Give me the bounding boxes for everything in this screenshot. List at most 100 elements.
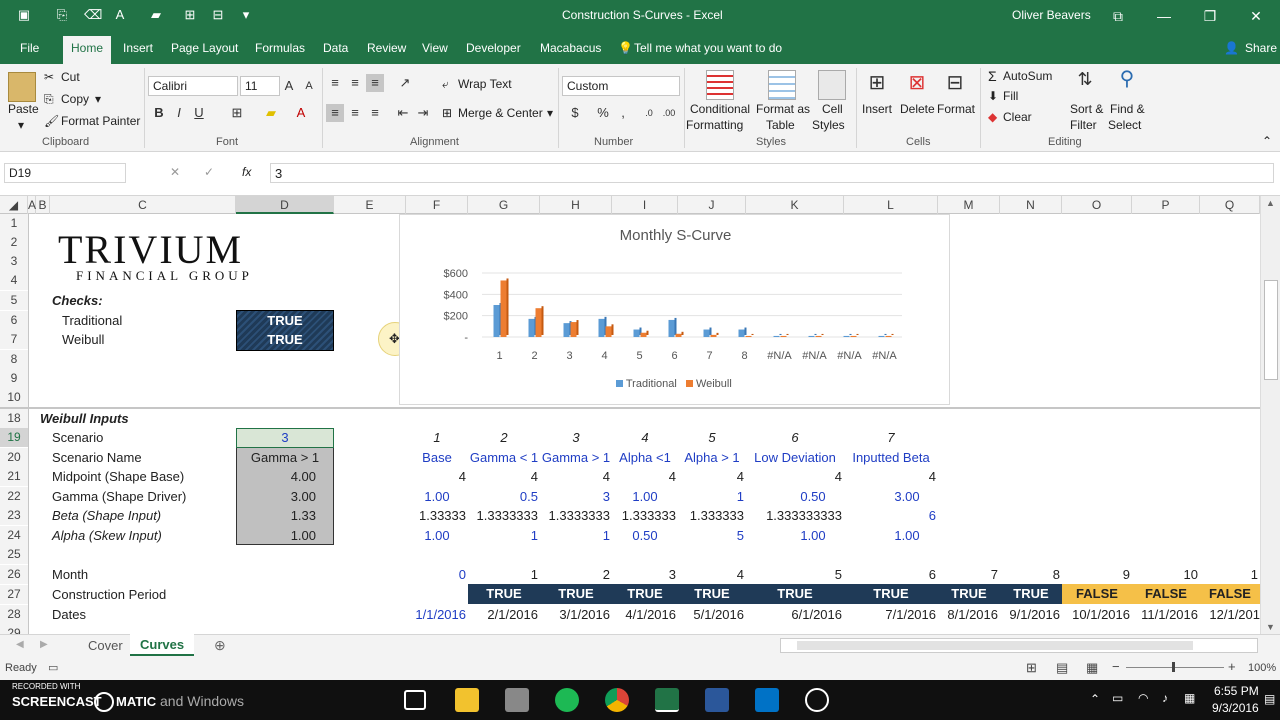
chart-bar-traditional[interactable] [598, 318, 605, 337]
scroll-down-icon[interactable]: ▼ [1266, 622, 1275, 632]
col-header-q[interactable]: Q [1200, 196, 1260, 214]
borders-icon[interactable]: ⊞ [228, 104, 246, 122]
recorder-icon[interactable] [805, 688, 829, 712]
volume-icon[interactable]: ♪ [1162, 691, 1168, 705]
zoom-slider[interactable] [1126, 667, 1224, 668]
tab-macabacus[interactable]: Macabacus [540, 41, 601, 55]
sort-filter-label[interactable]: Sort & [1070, 102, 1103, 116]
name-box[interactable]: D19 [4, 163, 126, 183]
font-color-icon[interactable]: A [292, 104, 310, 122]
chart-bar-weibull[interactable] [570, 322, 577, 337]
row-header[interactable]: 4 [0, 271, 28, 290]
fill-color-icon[interactable]: ▰ [262, 104, 280, 122]
tab-home[interactable]: Home [63, 36, 112, 64]
chart-bar-weibull[interactable] [675, 333, 682, 337]
row-header[interactable]: 10 [0, 388, 28, 407]
tab-review[interactable]: Review [367, 41, 406, 55]
scenario-number[interactable]: 1 [406, 428, 468, 447]
period-cell[interactable]: TRUE [844, 584, 938, 604]
zoom-out-icon[interactable]: − [1112, 659, 1120, 674]
insert-cells-button[interactable]: Insert [862, 102, 892, 116]
sort-filter-button[interactable]: Filter [1070, 118, 1097, 132]
restore-icon[interactable]: ❐ [1200, 6, 1220, 26]
scenario-name[interactable]: Inputted Beta [844, 448, 938, 467]
scenario-beta[interactable]: 6 [844, 506, 936, 525]
col-header-a[interactable]: A [28, 196, 36, 214]
spotify-icon[interactable] [555, 688, 579, 712]
cancel-icon[interactable]: ✕ [170, 165, 180, 179]
new-sheet-icon[interactable]: ⊕ [214, 637, 226, 654]
find-select-button[interactable]: Select [1108, 118, 1141, 132]
copy-button[interactable]: Copy [61, 92, 89, 106]
increase-decimal-icon[interactable]: .0 [640, 104, 658, 122]
scenario-name-value[interactable]: Gamma > 1 [236, 448, 334, 467]
chart-bar-traditional[interactable] [493, 305, 500, 337]
scenario-gamma[interactable]: 3 [540, 487, 610, 506]
scenario-alpha[interactable]: 0.50 [612, 526, 678, 545]
save-icon[interactable]: ▣ [16, 7, 32, 23]
underline-icon[interactable]: U [190, 104, 208, 122]
period-cell[interactable]: TRUE [612, 584, 678, 604]
clock-date[interactable]: 9/3/2016 [1212, 701, 1259, 715]
row-header[interactable]: 21 [0, 467, 28, 486]
period-cell[interactable]: TRUE [540, 584, 612, 604]
grid-icon[interactable]: ⊟ [210, 7, 226, 23]
scenario-gamma[interactable]: 3.00 [844, 487, 970, 506]
col-header-p[interactable]: P [1132, 196, 1200, 214]
conditional-formatting-label[interactable]: Conditional [690, 102, 750, 116]
scenario-name[interactable]: Low Deviation [746, 448, 844, 467]
format-as-table-label[interactable]: Format as [756, 102, 810, 116]
chart-bar-weibull[interactable] [850, 335, 857, 337]
chart-bar-traditional[interactable] [703, 329, 710, 337]
font-name-select[interactable]: Calibri [148, 76, 238, 96]
scenario-midpoint[interactable]: 4 [612, 467, 676, 486]
chart-bar-traditional[interactable] [878, 335, 885, 337]
macro-record-icon[interactable]: ▭ [48, 661, 58, 674]
date-cell[interactable]: 11/1/2016 [1132, 605, 1198, 624]
scenario-beta[interactable]: 1.3333333 [468, 506, 538, 525]
row-header[interactable]: 22 [0, 487, 28, 506]
chart-bar-weibull[interactable] [710, 334, 717, 337]
tell-me-box[interactable]: Tell me what you want to do [634, 41, 782, 55]
wrap-text-button[interactable]: Wrap Text [458, 77, 512, 91]
row-header[interactable]: 5 [0, 291, 28, 310]
date-cell[interactable]: 4/1/2016 [612, 605, 676, 624]
chart-bar-traditional[interactable] [773, 335, 780, 337]
formula-input[interactable]: 3 [270, 163, 1274, 183]
row-header[interactable]: 2 [0, 233, 28, 252]
format-as-table-button[interactable]: Table [766, 118, 795, 132]
share-icon[interactable]: 👤 [1224, 41, 1239, 55]
scenario-gamma[interactable]: 1 [678, 487, 744, 506]
increase-font-icon[interactable]: A [280, 77, 298, 95]
find-select-label[interactable]: Find & [1110, 102, 1145, 116]
close-icon[interactable]: ✕ [1246, 6, 1266, 26]
chart-bar-weibull[interactable] [780, 335, 787, 337]
normal-view-icon[interactable]: ⊞ [1026, 660, 1037, 676]
task-view-icon[interactable] [404, 690, 426, 710]
scenario-name[interactable]: Gamma < 1 [468, 448, 540, 467]
align-middle-icon[interactable]: ≡ [346, 74, 364, 92]
period-cell[interactable]: FALSE [1132, 584, 1200, 604]
wifi-icon[interactable]: ◠ [1138, 691, 1148, 705]
col-header-i[interactable]: I [612, 196, 678, 214]
search-box[interactable]: and Windows [160, 693, 244, 709]
month-cell[interactable]: 9 [1062, 565, 1130, 584]
chart-bar-traditional[interactable] [528, 318, 535, 337]
beta-value[interactable]: 1.33 [236, 506, 316, 525]
row-header[interactable]: 1 [0, 214, 28, 233]
font-color-icon[interactable]: A [112, 7, 128, 23]
cut-button[interactable]: Cut [61, 70, 80, 84]
keyboard-icon[interactable]: ▦ [1184, 691, 1195, 705]
scenario-name[interactable]: Gamma > 1 [540, 448, 612, 467]
row-header[interactable]: 27 [0, 585, 28, 604]
paste-dropdown-icon[interactable]: ▾ [18, 118, 24, 132]
date-cell[interactable]: 12/1/201 [1200, 605, 1260, 624]
col-header-m[interactable]: M [938, 196, 1000, 214]
word-icon[interactable] [705, 688, 729, 712]
col-header-f[interactable]: F [406, 196, 468, 214]
decrease-font-icon[interactable]: A [300, 77, 318, 95]
row-header-selected[interactable]: 19 [0, 428, 28, 447]
scenario-name[interactable]: Alpha <1 [612, 448, 678, 467]
chart-bar-weibull[interactable] [535, 308, 542, 337]
date-cell[interactable]: 7/1/2016 [844, 605, 936, 624]
